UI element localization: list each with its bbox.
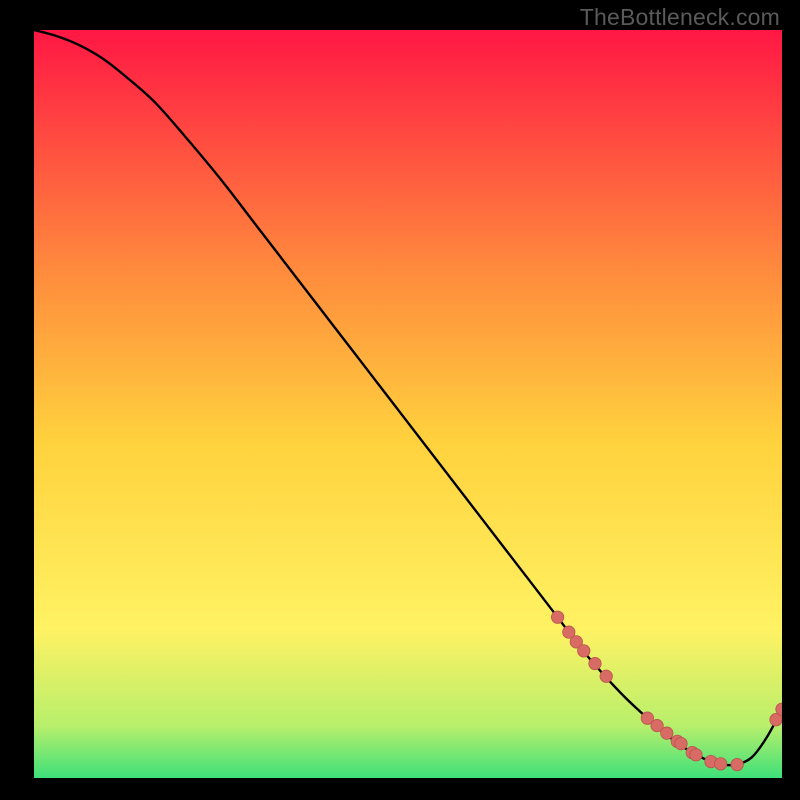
plot-area <box>34 30 782 778</box>
data-marker <box>731 758 743 770</box>
data-marker <box>578 645 590 657</box>
data-marker <box>600 670 612 682</box>
data-marker <box>714 758 726 770</box>
data-marker <box>551 611 563 623</box>
watermark-text: TheBottleneck.com <box>580 4 780 31</box>
data-marker <box>675 737 687 749</box>
chart-stage: TheBottleneck.com <box>0 0 800 800</box>
chart-svg <box>34 30 782 778</box>
data-marker <box>690 749 702 761</box>
gradient-background <box>34 30 782 778</box>
data-marker <box>589 657 601 669</box>
data-marker <box>661 727 673 739</box>
